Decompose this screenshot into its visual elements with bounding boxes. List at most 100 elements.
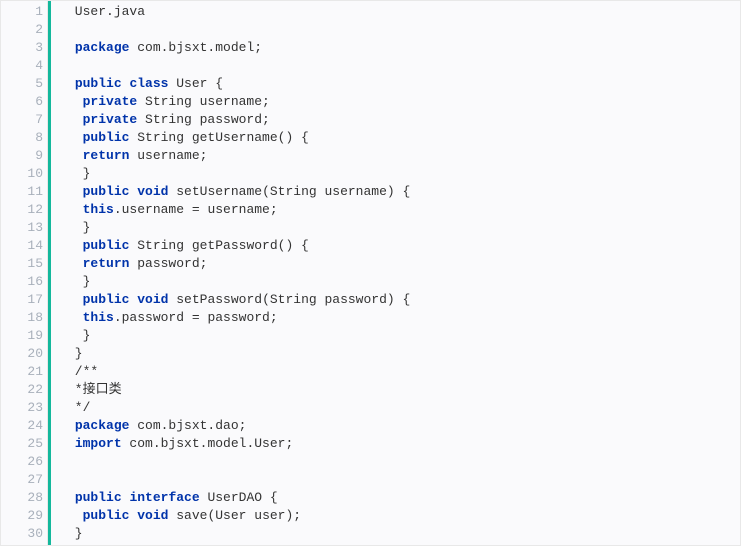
line-number: 18	[1, 309, 43, 327]
line-number: 7	[1, 111, 43, 129]
code-token-plain: String getUsername() {	[129, 130, 308, 145]
code-token-plain: setUsername(String username) {	[168, 184, 410, 199]
line-number: 8	[1, 129, 43, 147]
code-line: package com.bjsxt.model;	[67, 39, 740, 57]
code-line: }	[67, 273, 740, 291]
line-number: 17	[1, 291, 43, 309]
line-number: 4	[1, 57, 43, 75]
line-number: 2	[1, 21, 43, 39]
code-line: private String username;	[67, 93, 740, 111]
line-number: 25	[1, 435, 43, 453]
code-token-plain	[67, 310, 83, 325]
code-token-kw: return	[83, 148, 130, 163]
line-number: 27	[1, 471, 43, 489]
code-token-plain: UserDAO {	[200, 490, 278, 505]
code-token-plain: /**	[67, 364, 98, 379]
code-token-kw: interface	[129, 490, 199, 505]
line-number: 11	[1, 183, 43, 201]
code-line: }	[67, 165, 740, 183]
code-token-kw: void	[137, 292, 168, 307]
code-line: */	[67, 399, 740, 417]
code-token-kw: public	[83, 292, 130, 307]
code-token-kw: public	[83, 184, 130, 199]
code-line: this.password = password;	[67, 309, 740, 327]
code-line: import com.bjsxt.model.User;	[67, 435, 740, 453]
code-token-plain: }	[67, 346, 83, 361]
code-token-plain	[67, 94, 83, 109]
line-number: 22	[1, 381, 43, 399]
code-line: }	[67, 327, 740, 345]
line-number: 20	[1, 345, 43, 363]
code-line: private String password;	[67, 111, 740, 129]
code-token-plain	[67, 256, 83, 271]
code-token-plain: com.bjsxt.model.User;	[122, 436, 294, 451]
code-token-plain	[67, 40, 75, 55]
code-token-plain	[67, 436, 75, 451]
code-block: 1234567891011121314151617181920212223242…	[0, 0, 741, 546]
code-line: }	[67, 219, 740, 237]
line-number: 10	[1, 165, 43, 183]
code-line: public interface UserDAO {	[67, 489, 740, 507]
code-token-kw: class	[129, 76, 168, 91]
code-token-plain	[67, 148, 83, 163]
code-token-kw: public	[75, 76, 122, 91]
code-token-kw: return	[83, 256, 130, 271]
code-token-plain: .password = password;	[114, 310, 278, 325]
code-token-plain	[67, 292, 83, 307]
code-line: User.java	[67, 3, 740, 21]
code-token-plain: *接口类	[67, 382, 122, 397]
code-line: }	[67, 345, 740, 363]
code-token-kw: public	[75, 490, 122, 505]
code-line	[67, 21, 740, 39]
code-token-plain: }	[67, 328, 90, 343]
code-token-kw: void	[137, 508, 168, 523]
code-token-plain: User {	[168, 76, 223, 91]
code-token-plain	[67, 130, 83, 145]
code-token-plain: setPassword(String password) {	[168, 292, 410, 307]
code-token-kw: this	[83, 202, 114, 217]
code-token-plain: }	[67, 526, 83, 541]
code-token-plain	[67, 418, 75, 433]
line-number: 21	[1, 363, 43, 381]
line-number: 1	[1, 3, 43, 21]
code-token-kw: import	[75, 436, 122, 451]
code-token-plain	[67, 76, 75, 91]
code-token-kw: public	[83, 238, 130, 253]
code-token-kw: public	[83, 508, 130, 523]
code-token-plain: password;	[129, 256, 207, 271]
code-token-plain: User.java	[67, 4, 145, 19]
code-token-plain: String getPassword() {	[129, 238, 308, 253]
line-number: 13	[1, 219, 43, 237]
code-token-kw: package	[75, 418, 130, 433]
code-line: return password;	[67, 255, 740, 273]
line-number: 5	[1, 75, 43, 93]
code-token-plain	[67, 202, 83, 217]
code-token-plain: }	[67, 220, 90, 235]
line-number: 29	[1, 507, 43, 525]
code-line: package com.bjsxt.dao;	[67, 417, 740, 435]
code-token-plain: com.bjsxt.dao;	[129, 418, 246, 433]
line-number: 6	[1, 93, 43, 111]
code-line: public String getUsername() {	[67, 129, 740, 147]
code-token-kw: private	[83, 94, 138, 109]
line-number: 9	[1, 147, 43, 165]
code-token-plain: username;	[129, 148, 207, 163]
code-line: public void setUsername(String username)…	[67, 183, 740, 201]
line-number: 23	[1, 399, 43, 417]
code-token-plain: }	[67, 166, 90, 181]
code-token-plain	[67, 184, 83, 199]
code-token-kw: private	[83, 112, 138, 127]
code-line: /**	[67, 363, 740, 381]
code-token-plain	[67, 112, 83, 127]
line-number: 30	[1, 525, 43, 543]
code-token-plain: com.bjsxt.model;	[129, 40, 262, 55]
line-number: 16	[1, 273, 43, 291]
code-line: return username;	[67, 147, 740, 165]
line-number: 19	[1, 327, 43, 345]
line-number-gutter: 1234567891011121314151617181920212223242…	[1, 1, 48, 545]
code-token-plain: .username = username;	[114, 202, 278, 217]
code-line	[67, 57, 740, 75]
code-token-plain: save(User user);	[168, 508, 301, 523]
code-line: this.username = username;	[67, 201, 740, 219]
code-token-plain	[67, 490, 75, 505]
